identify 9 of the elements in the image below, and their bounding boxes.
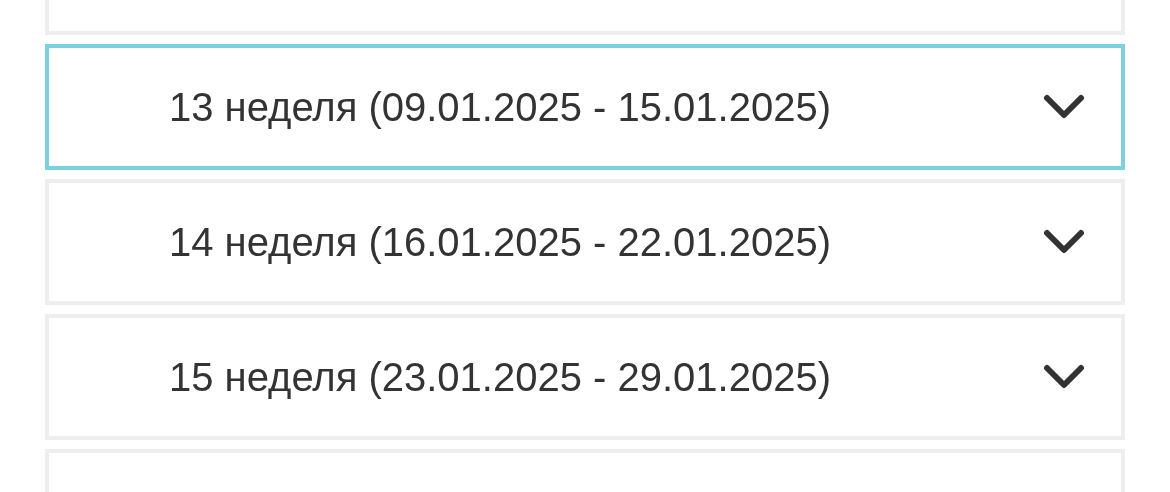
week-accordion-header[interactable]: 14 неделя (16.01.2025 - 22.01.2025) <box>45 179 1125 305</box>
chevron-down-icon <box>1043 364 1085 390</box>
week-label: 14 неделя (16.01.2025 - 22.01.2025) <box>169 219 832 265</box>
week-label: 15 неделя (23.01.2025 - 29.01.2025) <box>169 354 832 400</box>
chevron-down-icon <box>1043 94 1085 120</box>
week-label: 13 неделя (09.01.2025 - 15.01.2025) <box>169 84 832 130</box>
chevron-down-icon <box>1043 229 1085 255</box>
week-accordion-header[interactable]: 13 неделя (09.01.2025 - 15.01.2025) <box>45 44 1125 170</box>
week-accordion-header[interactable]: 15 неделя (23.01.2025 - 29.01.2025) <box>45 314 1125 440</box>
